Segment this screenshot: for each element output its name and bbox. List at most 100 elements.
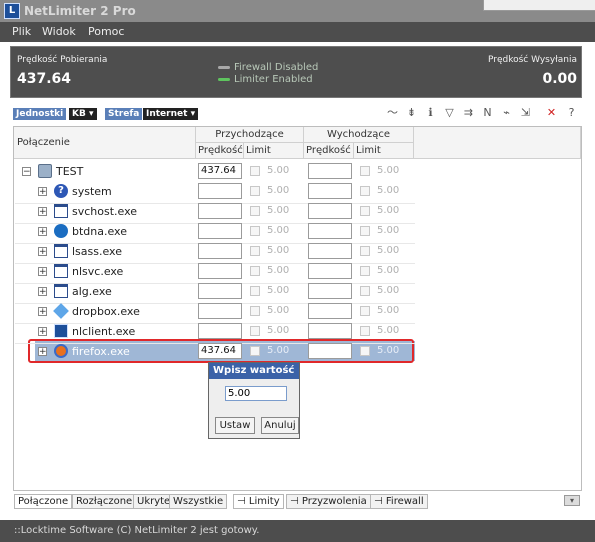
collapse-icon[interactable]: ⇟ — [405, 105, 418, 120]
expand-toggle[interactable]: + — [38, 327, 47, 337]
rules-icon[interactable]: ⇉ — [462, 105, 475, 120]
expand-toggle[interactable]: + — [38, 267, 47, 277]
in-limit-value: 5.00 — [267, 345, 290, 356]
expand-toggle[interactable]: + — [38, 207, 47, 217]
out-speed-field[interactable] — [308, 323, 352, 339]
network-icon[interactable]: N — [481, 105, 494, 120]
in-limit-checkbox[interactable] — [250, 306, 260, 316]
set-button[interactable]: Ustaw — [215, 417, 255, 434]
in-limit-value: 5.00 — [267, 205, 290, 216]
process-name: nlclient.exe — [72, 325, 136, 338]
collapse-toggle[interactable]: − — [22, 167, 31, 177]
out-limit-checkbox[interactable] — [360, 306, 370, 316]
expand-toggle[interactable]: + — [38, 227, 47, 237]
in-speed-field[interactable] — [198, 283, 242, 299]
column-outgoing[interactable]: Wychodzące — [304, 127, 414, 143]
expand-toggle[interactable]: + — [38, 187, 47, 197]
out-speed-field[interactable] — [308, 303, 352, 319]
in-speed-field[interactable]: 437.64 — [198, 163, 242, 179]
expand-toggle[interactable]: + — [38, 287, 47, 297]
process-name: nlsvc.exe — [72, 265, 124, 278]
units-value: KB — [72, 109, 86, 119]
in-speed-field[interactable] — [198, 203, 242, 219]
out-limit-checkbox[interactable] — [360, 326, 370, 336]
chevron-down-icon: ▾ — [88, 109, 94, 119]
tab-disconnected[interactable]: Rozłączone — [72, 494, 137, 509]
tab-limits[interactable]: ⊣ Limity — [233, 494, 284, 509]
column-in-limit[interactable]: Limit — [244, 143, 304, 159]
menu-help[interactable]: Pomoc — [88, 25, 124, 38]
expand-toggle[interactable]: + — [38, 307, 47, 317]
in-speed-field[interactable] — [198, 263, 242, 279]
in-limit-value: 5.00 — [267, 245, 290, 256]
column-out-limit[interactable]: Limit — [354, 143, 414, 159]
info-icon[interactable]: ℹ — [424, 105, 437, 120]
in-limit-checkbox[interactable] — [250, 346, 260, 356]
tab-all[interactable]: Wszystkie — [169, 494, 228, 509]
out-limit-checkbox[interactable] — [360, 346, 370, 356]
out-speed-field[interactable] — [308, 283, 352, 299]
zone-select[interactable]: Internet ▾ — [143, 108, 199, 120]
column-connection[interactable]: Połączenie — [14, 127, 196, 159]
in-speed-field[interactable]: 437.64 — [198, 343, 242, 359]
tab-permissions[interactable]: ⊣ Przyzwolenia — [286, 494, 371, 509]
process-name: firefox.exe — [72, 345, 130, 358]
help-icon[interactable]: ? — [565, 105, 578, 120]
menu-file[interactable]: Plik — [12, 25, 31, 38]
in-limit-checkbox[interactable] — [250, 266, 260, 276]
limit-value-input[interactable] — [225, 386, 287, 401]
out-limit-checkbox[interactable] — [360, 166, 370, 176]
window-app-icon — [54, 204, 68, 218]
monitor-icon[interactable]: ⌁ — [500, 105, 513, 120]
out-speed-field[interactable] — [308, 203, 352, 219]
in-speed-field[interactable] — [198, 323, 242, 339]
out-limit-checkbox[interactable] — [360, 286, 370, 296]
filter-icon[interactable]: ▽ — [443, 105, 456, 120]
in-limit-checkbox[interactable] — [250, 206, 260, 216]
out-limit-checkbox[interactable] — [360, 246, 370, 256]
cancel-button[interactable]: Anuluj — [261, 417, 299, 434]
download-speed-label: Prędkość Pobierania — [17, 55, 108, 65]
panel-collapse-icon[interactable]: ▾ — [564, 495, 580, 506]
status-bar: ::Locktime Software (C) NetLimiter 2 jes… — [0, 520, 595, 542]
tab-connected[interactable]: Połączone — [14, 494, 73, 509]
in-speed-field[interactable] — [198, 243, 242, 259]
in-limit-checkbox[interactable] — [250, 286, 260, 296]
in-limit-checkbox[interactable] — [250, 186, 260, 196]
out-limit-checkbox[interactable] — [360, 226, 370, 236]
column-out-speed[interactable]: Prędkość — [304, 143, 354, 159]
value-input-dialog: Wpisz wartość Ustaw Anuluj — [208, 362, 300, 439]
chart-icon[interactable]: 〜 — [386, 105, 399, 120]
computer-icon — [38, 164, 52, 178]
out-limit-value: 5.00 — [377, 165, 400, 176]
out-limit-checkbox[interactable] — [360, 186, 370, 196]
in-limit-checkbox[interactable] — [250, 226, 260, 236]
in-speed-field[interactable] — [198, 303, 242, 319]
out-speed-field[interactable] — [308, 163, 352, 179]
expand-toggle[interactable]: + — [38, 347, 47, 357]
column-incoming[interactable]: Przychodzące — [196, 127, 304, 143]
delete-icon[interactable]: ✕ — [545, 105, 558, 120]
btdna-icon — [54, 224, 68, 238]
column-in-speed[interactable]: Prędkość — [196, 143, 244, 159]
in-limit-checkbox[interactable] — [250, 326, 260, 336]
menu-view[interactable]: Widok — [42, 25, 76, 38]
in-limit-checkbox[interactable] — [250, 246, 260, 256]
out-limit-value: 5.00 — [377, 305, 400, 316]
out-limit-checkbox[interactable] — [360, 266, 370, 276]
in-limit-checkbox[interactable] — [250, 166, 260, 176]
process-name: system — [72, 185, 112, 198]
out-speed-field[interactable] — [308, 343, 352, 359]
out-speed-field[interactable] — [308, 243, 352, 259]
out-speed-field[interactable] — [308, 223, 352, 239]
out-speed-field[interactable] — [308, 183, 352, 199]
out-limit-checkbox[interactable] — [360, 206, 370, 216]
in-speed-field[interactable] — [198, 223, 242, 239]
export-icon[interactable]: ⇲ — [519, 105, 532, 120]
out-speed-field[interactable] — [308, 263, 352, 279]
in-speed-field[interactable] — [198, 183, 242, 199]
units-select[interactable]: KB ▾ — [69, 108, 97, 120]
expand-toggle[interactable]: + — [38, 247, 47, 257]
out-limit-value: 5.00 — [377, 265, 400, 276]
tab-firewall[interactable]: ⊣ Firewall — [370, 494, 428, 509]
